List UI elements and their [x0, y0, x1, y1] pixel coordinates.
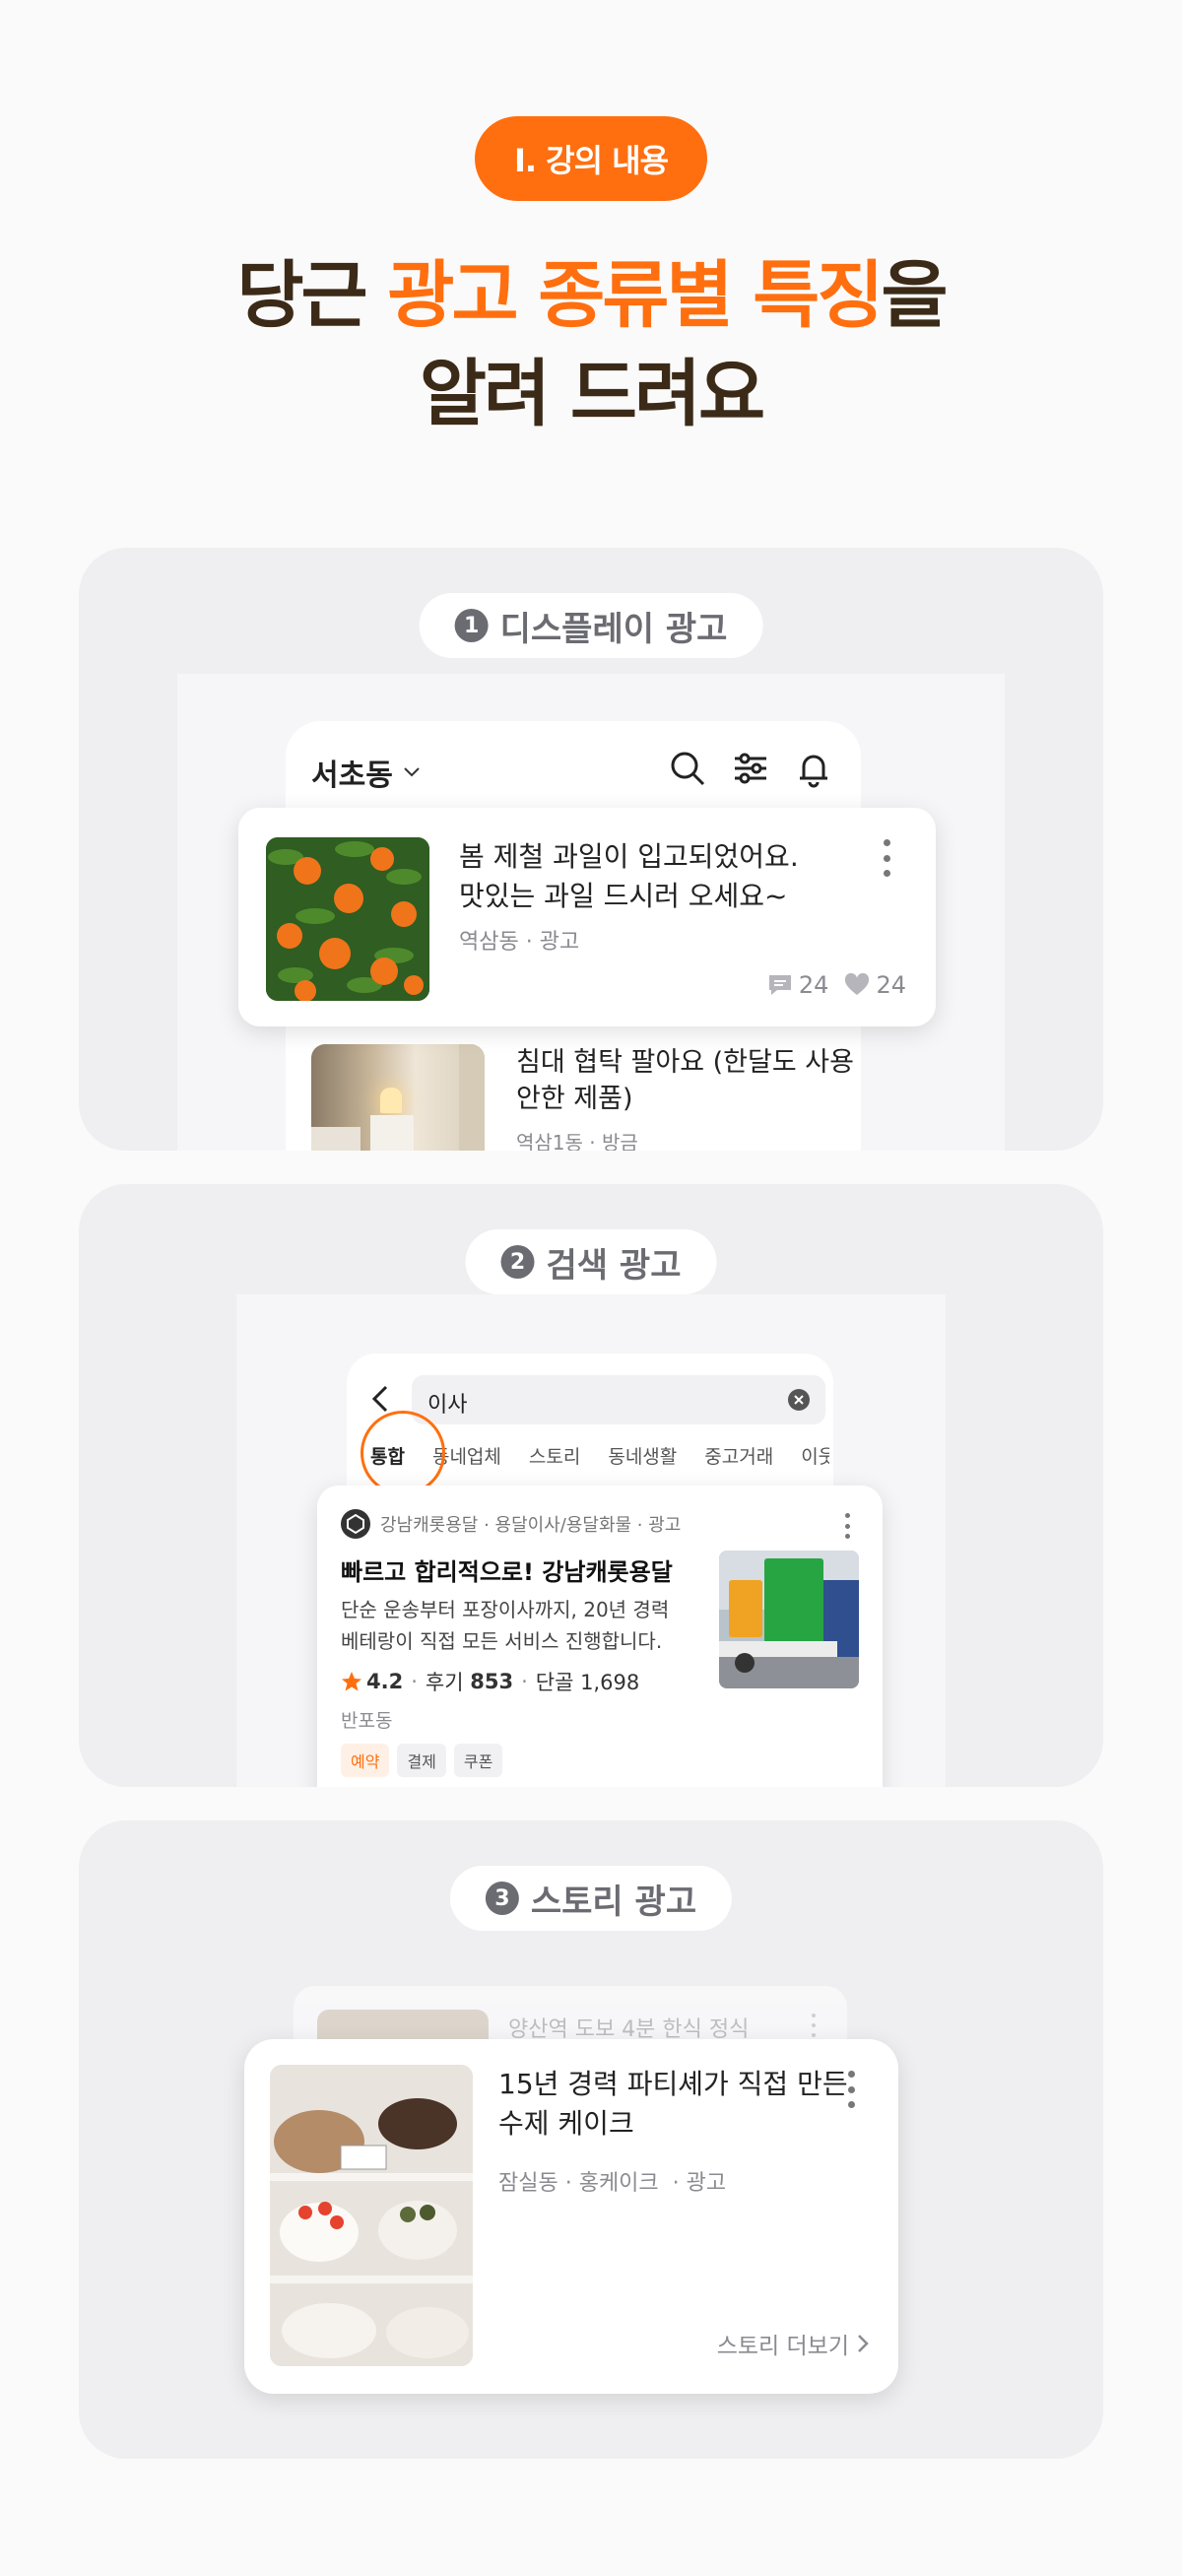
like-count: 24 — [876, 971, 906, 999]
label-text: 디스플레이 광고 — [499, 609, 728, 649]
search-input[interactable]: 이사 — [412, 1375, 825, 1424]
story-ad-label: 3 스토리 광고 — [449, 1866, 733, 1931]
truck-photo — [719, 1551, 859, 1688]
display-ad-panel: 1 디스플레이 광고 서초동 침대 협탁 팔아요 (한달도 사용 안한 제품) 역… — [79, 548, 1103, 1151]
search-query: 이사 — [427, 1393, 468, 1418]
business-meta: 강남캐롯용달 · 용달이사/용달화물 · 광고 — [380, 1515, 682, 1536]
tab-used-trade[interactable]: 중고거래 — [704, 1442, 773, 1491]
ad-headline: 빠르고 합리적으로! 강남캐롯용달 — [341, 1558, 673, 1586]
item-meta: 역삼1동 · 방금 — [516, 1131, 638, 1151]
highlight-circle — [361, 1411, 445, 1495]
comment-count: 24 — [798, 971, 829, 999]
story-more-link[interactable]: 스토리 더보기 — [717, 2327, 869, 2360]
number-badge: 1 — [454, 609, 489, 642]
ad-title: 봄 제철 과일이 입고되었어요. — [459, 840, 799, 873]
story-meta: 잠실동 · 홍케이크 · 광고 — [498, 2171, 727, 2196]
more-icon — [810, 2014, 818, 2037]
cake-photo — [270, 2065, 473, 2366]
back-icon[interactable] — [370, 1383, 390, 1415]
ad-description: 단순 운송부터 포장이사까지, 20년 경력 — [341, 1598, 670, 1621]
ad-description: 베테랑이 직접 모든 서비스 진행합니다. — [341, 1629, 663, 1653]
review-label: 후기 — [425, 1671, 464, 1694]
search-icon[interactable] — [668, 749, 707, 788]
badge-coupon: 쿠폰 — [453, 1744, 503, 1777]
bell-icon[interactable] — [794, 749, 833, 788]
more-icon[interactable] — [883, 839, 890, 877]
comment-icon — [767, 973, 793, 997]
display-ad-label: 1 디스플레이 광고 — [419, 593, 763, 658]
regular-count: 단골 1,698 — [535, 1671, 640, 1694]
label-text: 스토리 광고 — [530, 1882, 697, 1922]
title-highlight: 광고 종류별 특징 — [387, 253, 884, 338]
item-title: 안한 제품) — [516, 1084, 633, 1114]
search-ad-panel: 2 검색 광고 이사 통합 동네업체 스토리 동네생활 중고거래 이웃 강남캐롯용… — [79, 1184, 1103, 1787]
list-item[interactable]: 침대 협탁 팔아요 (한달도 사용 안한 제품) 역삼1동 · 방금 — [311, 1044, 854, 1151]
story-ad-panel: 3 스토리 광고 양산역 도보 4분 한식 정식 15년 경력 파티셰가 직접 … — [79, 1820, 1103, 2459]
bed-photo — [311, 1044, 485, 1151]
ad-meta: 역삼동 · 광고 — [459, 930, 580, 955]
item-title: 침대 협탁 팔아요 (한달도 사용 — [516, 1047, 854, 1078]
review-count: 853 — [470, 1670, 514, 1693]
page-title: 당근 광고 종류별 특징을 알려 드려요 — [0, 246, 1182, 443]
display-ad-card[interactable]: 봄 제철 과일이 입고되었어요. 맛있는 과일 드시러 오세요~ 역삼동 · 광… — [238, 808, 936, 1026]
story-ad-card[interactable]: 15년 경력 파티셰가 직접 만든 수제 케이크 잠실동 · 홍케이크 · 광고… — [244, 2039, 898, 2394]
story-title: 15년 경력 파티셰가 직접 만든 — [498, 2068, 848, 2100]
search-ad-label: 2 검색 광고 — [465, 1229, 717, 1294]
clear-icon[interactable] — [788, 1389, 810, 1411]
title-text: 을 — [881, 253, 948, 338]
location-label: 서초동 — [311, 759, 393, 793]
business-logo-icon — [341, 1509, 370, 1539]
story-more-label: 스토리 더보기 — [716, 2334, 849, 2359]
title-line2: 알려 드려요 — [419, 352, 765, 436]
more-icon[interactable] — [847, 2071, 855, 2108]
chevron-right-icon — [857, 2334, 869, 2353]
section-pill: I. 강의 내용 — [475, 116, 707, 201]
location-selector[interactable]: 서초동 — [311, 751, 421, 794]
story-title: 수제 케이크 — [498, 2107, 634, 2140]
tangerine-photo — [266, 837, 429, 1001]
ad-title: 맛있는 과일 드시러 오세요~ — [459, 880, 788, 912]
tab-story[interactable]: 스토리 — [529, 1442, 580, 1491]
filter-icon[interactable] — [731, 749, 770, 788]
star-icon — [341, 1671, 362, 1692]
badge-payment: 결제 — [397, 1744, 446, 1777]
badge-reservation: 예약 — [341, 1744, 390, 1777]
chevron-down-icon — [403, 766, 421, 778]
title-text: 당근 — [236, 253, 388, 338]
number-badge: 2 — [500, 1245, 535, 1279]
number-badge: 3 — [485, 1882, 519, 1915]
business-location: 반포동 — [341, 1710, 393, 1732]
search-ad-card[interactable]: 강남캐롯용달 · 용달이사/용달화물 · 광고 빠르고 합리적으로! 강남캐롯용… — [317, 1486, 883, 1787]
label-text: 검색 광고 — [546, 1245, 682, 1286]
tab-neighbors[interactable]: 이웃 — [801, 1442, 829, 1491]
heart-icon — [844, 973, 870, 997]
rating: 4.2 — [366, 1670, 404, 1693]
more-icon[interactable] — [843, 1513, 851, 1539]
tab-neighborhood-life[interactable]: 동네생활 — [608, 1442, 677, 1491]
